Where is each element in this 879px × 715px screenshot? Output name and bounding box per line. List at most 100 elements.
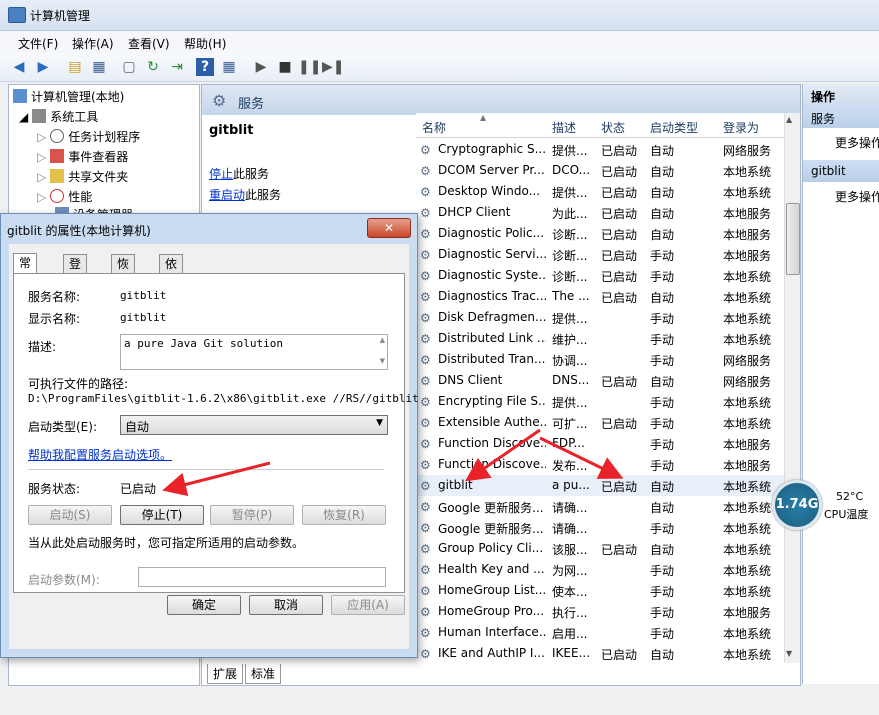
- col-desc[interactable]: 描述: [552, 119, 576, 136]
- tree-item-system-tools[interactable]: ◢ 系统工具: [19, 108, 98, 125]
- table-row[interactable]: ⚙ Human Interface... 启用... 手动 本地系统: [416, 622, 788, 643]
- expand-icon[interactable]: ▷: [37, 170, 46, 184]
- more-actions-services[interactable]: 更多操作: [835, 134, 879, 151]
- table-row[interactable]: ⚙ gitblit a pu... 已启动 自动 本地系统: [416, 475, 788, 496]
- table-row[interactable]: ⚙ HomeGroup List... 使本... 手动 本地系统: [416, 580, 788, 601]
- table-row[interactable]: ⚙ Group Policy Cli... 该服... 已启动 自动 本地系统: [416, 538, 788, 559]
- table-row[interactable]: ⚙ DNS Client DNS... 已启动 自动 网络服务: [416, 370, 788, 391]
- tab-dependencies[interactable]: 依存关系: [159, 254, 184, 325]
- forward-arrow-icon[interactable]: ▶: [34, 58, 52, 76]
- table-row[interactable]: ⚙ DCOM Server Pr... DCO... 已启动 自动 本地系统: [416, 160, 788, 181]
- up-folder-icon[interactable]: ▤: [66, 58, 84, 76]
- refresh-icon[interactable]: ↻: [144, 58, 162, 76]
- gear-icon: ⚙: [420, 458, 431, 472]
- play-icon[interactable]: ▶: [252, 58, 270, 76]
- table-row[interactable]: ⚙ Function Discove... FDP... 手动 本地服务: [416, 433, 788, 454]
- table-row[interactable]: ⚙ Diagnostic Servi... 诊断... 已启动 手动 本地服务: [416, 244, 788, 265]
- service-desc: 提供...: [552, 396, 588, 410]
- restart-service-link[interactable]: 重启动: [209, 188, 245, 202]
- startup-type-select[interactable]: 自动 ▼: [120, 415, 388, 435]
- service-logon: 本地系统: [723, 648, 772, 662]
- tab-extended[interactable]: 扩展: [207, 664, 244, 684]
- start-params-input[interactable]: [138, 567, 386, 587]
- services-header: ⚙ 服务: [202, 85, 800, 115]
- cpu-temperature-widget[interactable]: 1.74G 52°C CPU温度: [770, 478, 879, 532]
- expand-icon[interactable]: ▷: [37, 150, 46, 164]
- services-vertical-scrollbar[interactable]: ▲ ▼: [784, 113, 800, 663]
- tree-item-event-viewer[interactable]: ▷ 事件查看器: [37, 148, 128, 165]
- restart-icon[interactable]: ▶❚: [322, 58, 345, 76]
- show-tree-icon[interactable]: ▦: [90, 58, 108, 76]
- col-logon-as[interactable]: 登录为: [723, 119, 759, 136]
- more-actions-gitblit[interactable]: 更多操作: [835, 188, 879, 205]
- menu-action[interactable]: 操作(A): [72, 35, 114, 52]
- actions-section-gitblit[interactable]: gitblit: [803, 160, 879, 182]
- service-status: 已启动: [601, 291, 638, 305]
- menu-help[interactable]: 帮助(H): [184, 35, 226, 52]
- properties-icon[interactable]: ▢: [120, 58, 138, 76]
- service-logon: 本地服务: [723, 459, 772, 473]
- scroll-thumb[interactable]: [786, 203, 800, 275]
- menu-file[interactable]: 文件(F): [18, 35, 58, 52]
- tree-item-shared-folders[interactable]: ▷ 共享文件夹: [37, 168, 128, 185]
- table-row[interactable]: ⚙ Diagnostic Syste... 诊断... 已启动 手动 本地系统: [416, 265, 788, 286]
- expand-icon[interactable]: ▷: [37, 190, 46, 204]
- table-row[interactable]: ⚙ Distributed Link ... 维护... 手动 本地系统: [416, 328, 788, 349]
- scroll-up-icon[interactable]: ▲: [786, 115, 792, 124]
- tab-logon[interactable]: 登录: [63, 254, 88, 289]
- start-button[interactable]: 启动(S): [28, 505, 112, 525]
- help-configure-link[interactable]: 帮助我配置服务启动选项。: [28, 446, 172, 463]
- tab-general[interactable]: 常规: [13, 253, 38, 288]
- export-icon[interactable]: ⇥: [168, 58, 186, 76]
- title-bar: 计算机管理: [0, 0, 879, 31]
- expand-icon[interactable]: ▷: [37, 130, 46, 144]
- scroll-down-icon[interactable]: ▼: [380, 357, 385, 365]
- table-row[interactable]: ⚙ Extensible Authe... 可扩... 已启动 手动 本地系统: [416, 412, 788, 433]
- service-desc: 为网...: [552, 564, 588, 578]
- service-startup: 手动: [650, 333, 675, 347]
- pause-icon[interactable]: ❚❚: [298, 58, 321, 76]
- description-field[interactable]: a pure Java Git solution ▲ ▼: [120, 334, 388, 370]
- table-row[interactable]: ⚙ Google 更新服务... 请确... 手动 本地系统: [416, 517, 788, 538]
- table-row[interactable]: ⚙ Encrypting File S... 提供... 手动 本地系统: [416, 391, 788, 412]
- stop-icon[interactable]: ■: [276, 58, 294, 76]
- table-row[interactable]: ⚙ Google 更新服务... 请确... 自动 本地系统: [416, 496, 788, 517]
- table-row[interactable]: ⚙ Diagnostic Polic... 诊断... 已启动 自动 本地服务: [416, 223, 788, 244]
- close-icon[interactable]: ✕: [367, 218, 411, 238]
- tree-item-task-scheduler[interactable]: ▷ 任务计划程序: [37, 128, 140, 145]
- stop-service-link[interactable]: 停止: [209, 167, 233, 181]
- cancel-button[interactable]: 取消: [249, 595, 323, 615]
- back-arrow-icon[interactable]: ◀: [10, 58, 28, 76]
- menu-view[interactable]: 查看(V): [128, 35, 170, 52]
- table-row[interactable]: ⚙ IKE and AuthIP I... IKEE... 已启动 自动 本地系统: [416, 643, 788, 664]
- table-row[interactable]: ⚙ Disk Defragmen... 提供... 手动 本地系统: [416, 307, 788, 328]
- apply-button[interactable]: 应用(A): [331, 595, 405, 615]
- table-row[interactable]: ⚙ Distributed Tran... 协调... 手动 网络服务: [416, 349, 788, 370]
- col-startup-type[interactable]: 启动类型: [650, 119, 698, 136]
- scroll-up-icon[interactable]: ▲: [380, 336, 385, 344]
- resume-button[interactable]: 恢复(R): [302, 505, 386, 525]
- table-row[interactable]: ⚙ Cryptographic S... 提供... 已启动 自动 网络服务: [416, 139, 788, 160]
- tab-recovery[interactable]: 恢复: [111, 254, 136, 289]
- col-name[interactable]: 名称: [422, 119, 446, 136]
- stop-button[interactable]: 停止(T): [120, 505, 204, 525]
- table-row[interactable]: ⚙ DHCP Client 为此... 已启动 自动 本地服务: [416, 202, 788, 223]
- table-row[interactable]: ⚙ Diagnostics Trac... The ... 已启动 自动 本地系统: [416, 286, 788, 307]
- tree-item-performance[interactable]: ▷ 性能: [37, 188, 92, 205]
- collapse-icon[interactable]: ◢: [19, 110, 28, 124]
- table-row[interactable]: ⚙ Desktop Windo... 提供... 已启动 自动 本地系统: [416, 181, 788, 202]
- service-startup: 手动: [650, 312, 675, 326]
- table-row[interactable]: ⚙ Health Key and ... 为网... 手动 本地系统: [416, 559, 788, 580]
- tab-standard[interactable]: 标准: [245, 664, 282, 684]
- table-row[interactable]: ⚙ HomeGroup Pro... 执行... 手动 本地服务: [416, 601, 788, 622]
- table-row[interactable]: ⚙ Function Discove... 发布... 手动 本地服务: [416, 454, 788, 475]
- pause-button[interactable]: 暂停(P): [210, 505, 294, 525]
- action-pane-icon[interactable]: ▦: [220, 58, 238, 76]
- scroll-down-icon[interactable]: ▼: [786, 649, 792, 658]
- help-icon[interactable]: ?: [196, 58, 214, 76]
- tools-icon: [32, 109, 47, 123]
- actions-section-services[interactable]: 服务: [803, 106, 879, 128]
- ok-button[interactable]: 确定: [167, 595, 241, 615]
- col-status[interactable]: 状态: [601, 119, 625, 136]
- tree-item-root[interactable]: 计算机管理(本地): [13, 88, 124, 105]
